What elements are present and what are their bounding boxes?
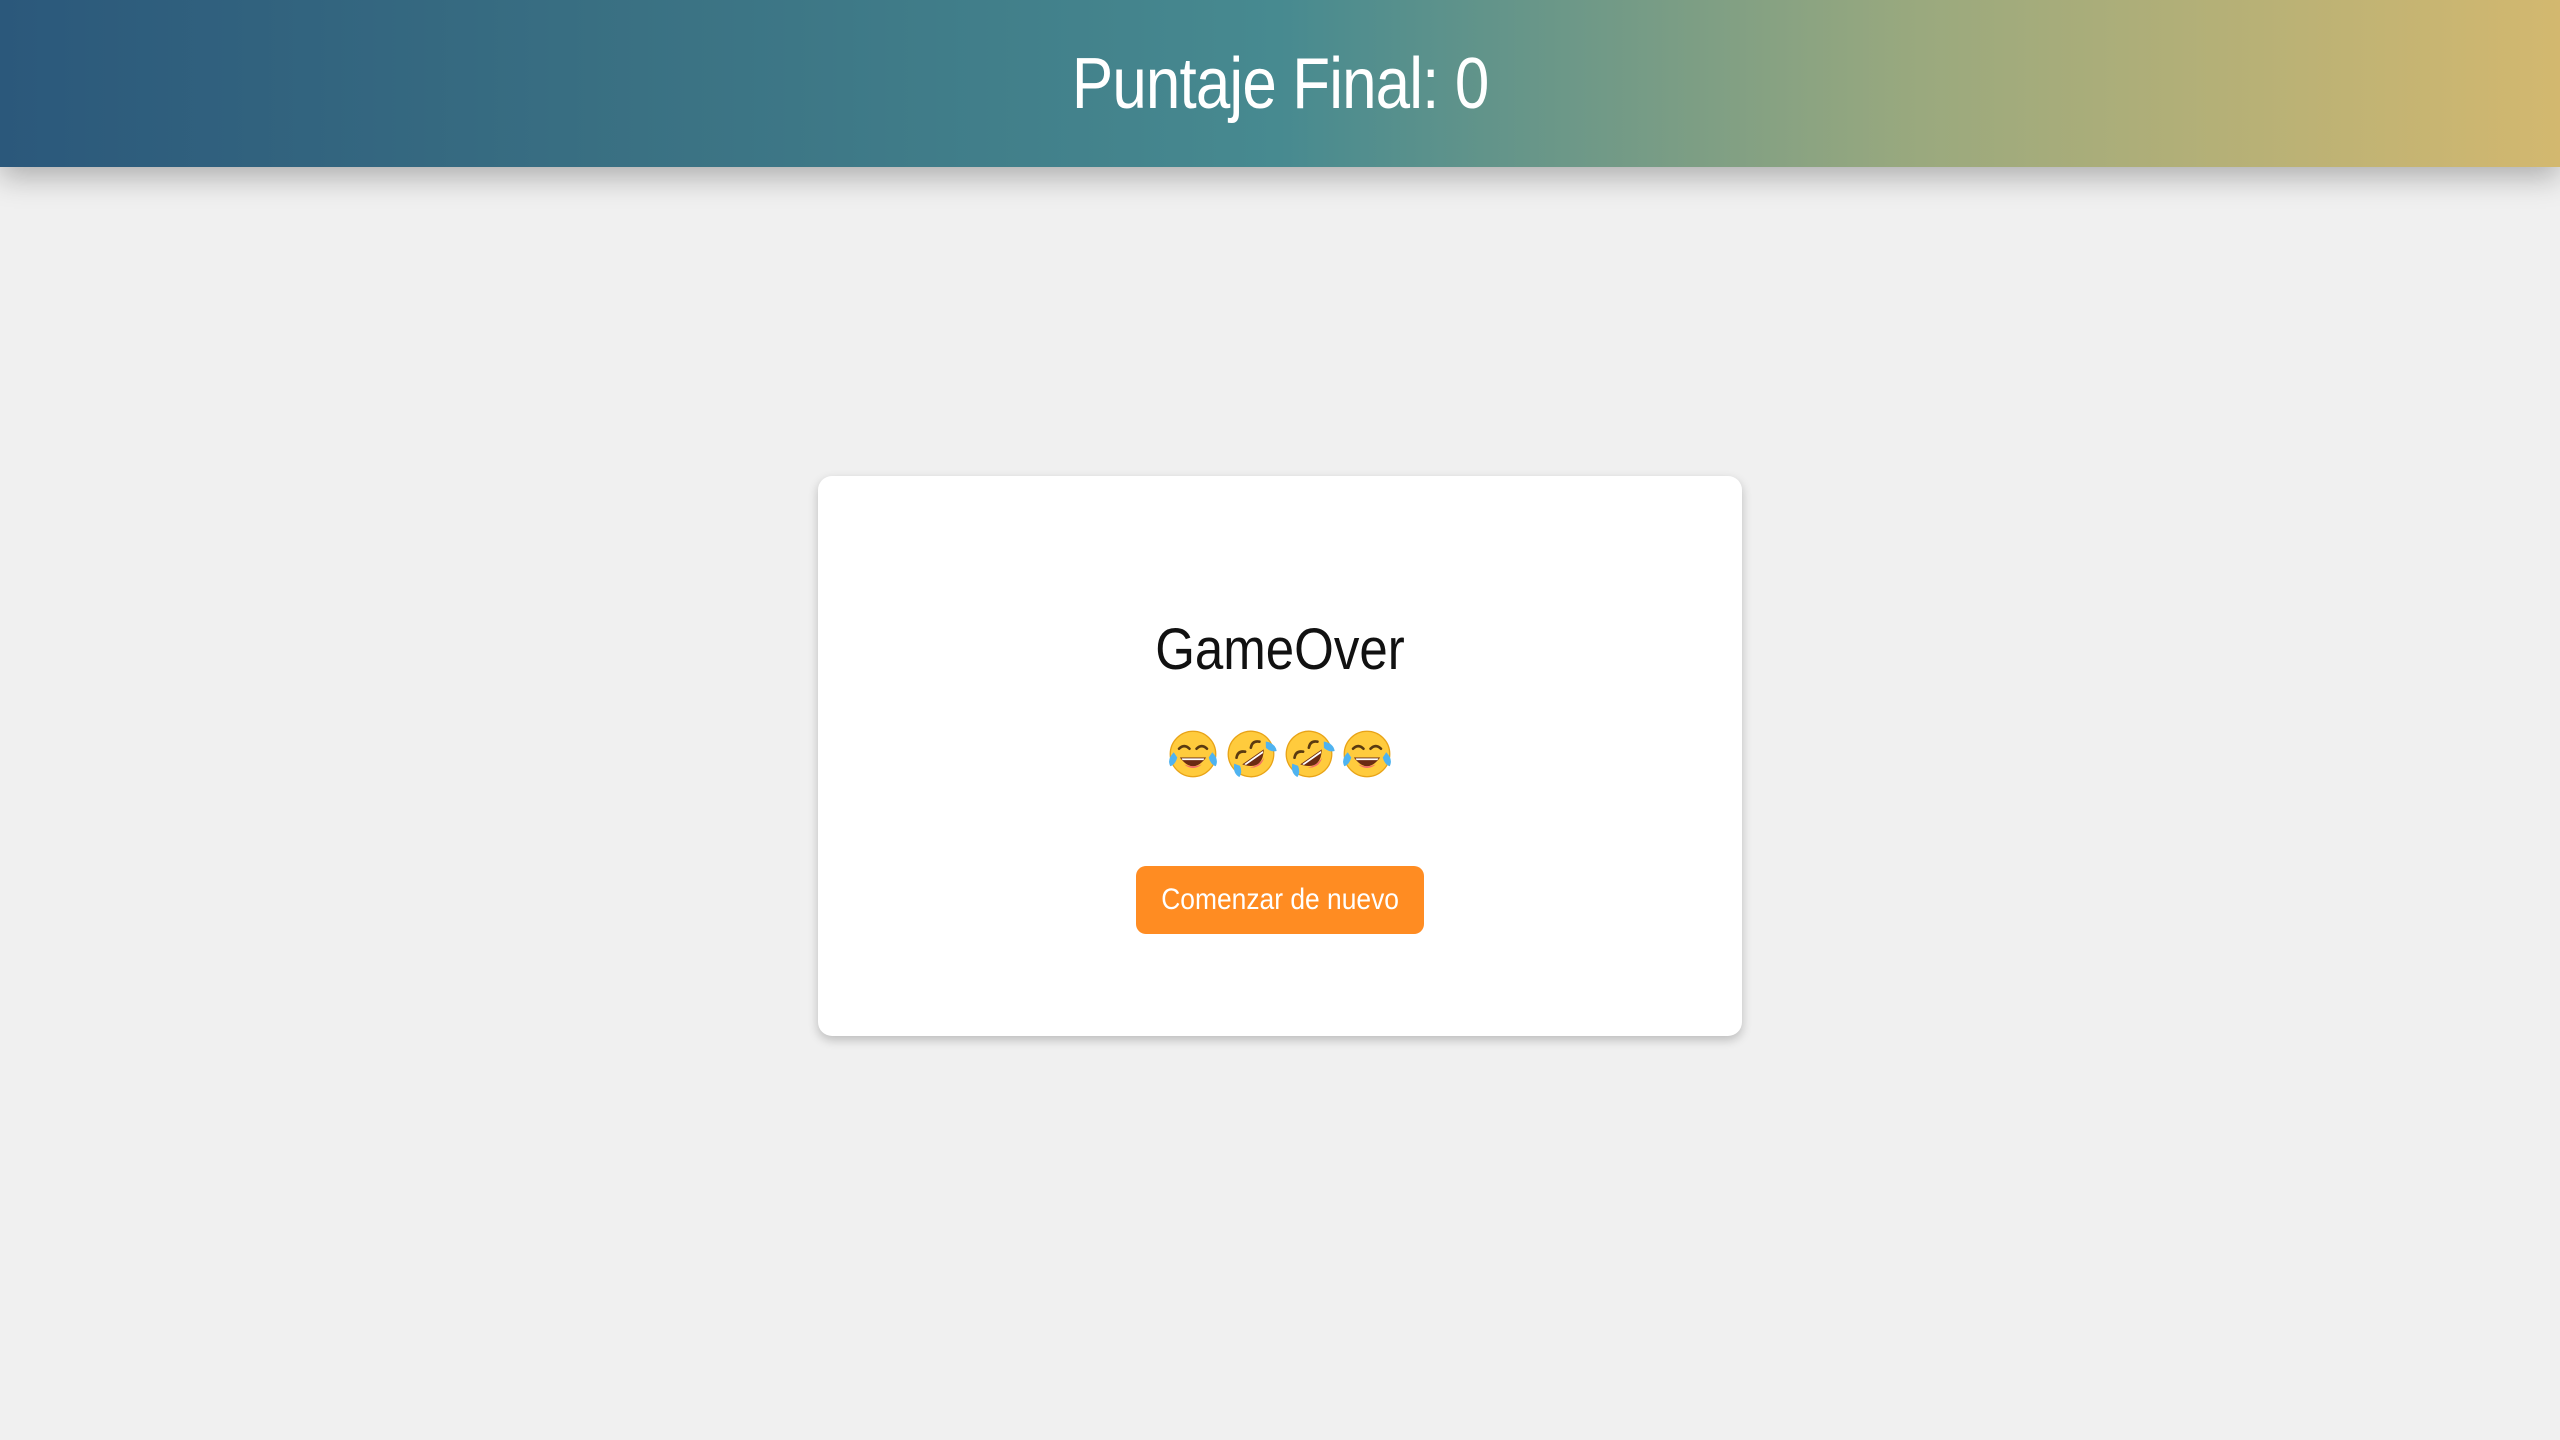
rolling-on-the-floor-laughing-icon: [1285, 730, 1335, 778]
game-over-card: GameOver Comenzar de nuevo: [818, 476, 1742, 1036]
face-with-tears-of-joy-icon: [1169, 730, 1217, 778]
restart-button[interactable]: Comenzar de nuevo: [1136, 866, 1424, 934]
restart-button-label: Comenzar de nuevo: [1161, 883, 1399, 916]
face-with-tears-of-joy-icon: [1343, 730, 1391, 778]
emoji-row: [818, 726, 1742, 782]
final-score-title: Puntaje Final: 0: [1071, 43, 1489, 124]
game-over-heading: GameOver: [1155, 617, 1405, 682]
score-header: Puntaje Final: 0: [0, 0, 2560, 167]
rolling-on-the-floor-laughing-icon: [1227, 730, 1277, 778]
